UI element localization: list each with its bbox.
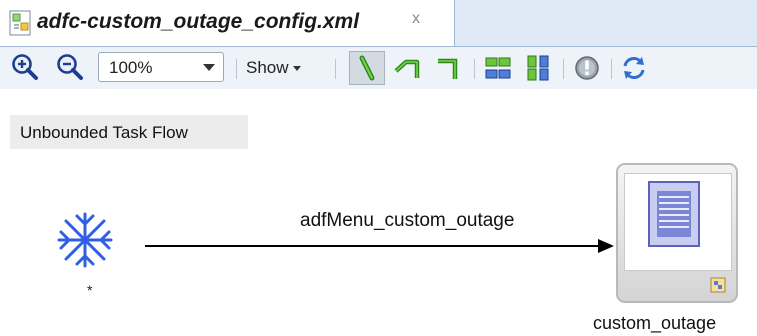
view-activity-node[interactable] <box>616 163 738 303</box>
view-activity-icon <box>710 277 726 293</box>
start-activity-icon[interactable] <box>55 210 115 270</box>
page-icon <box>648 181 700 247</box>
view-preview <box>624 173 732 271</box>
start-node-label: * <box>87 282 93 298</box>
view-node-label: custom_outage <box>593 313 717 333</box>
edge-label: adfMenu_custom_outage <box>300 210 515 231</box>
